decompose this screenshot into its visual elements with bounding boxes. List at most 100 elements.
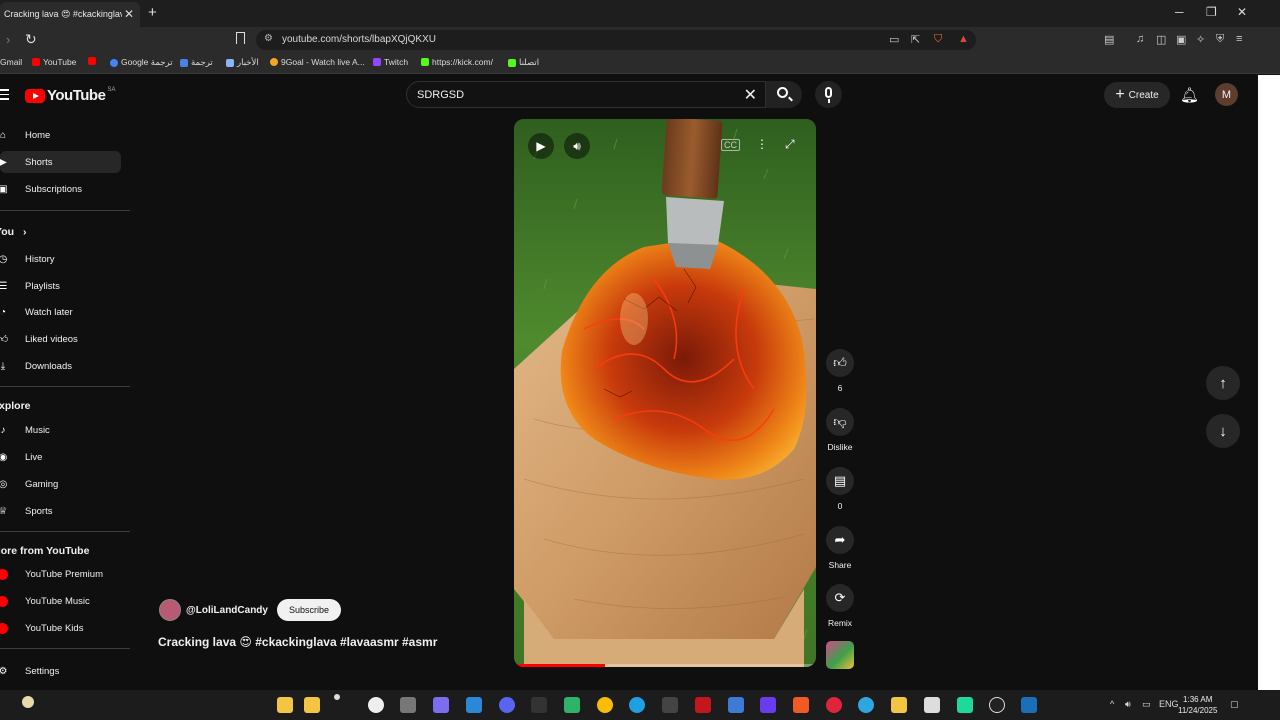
menu-icon[interactable]: ≡ bbox=[1236, 33, 1242, 45]
speaker-icon[interactable]: 🔊︎ bbox=[1125, 699, 1131, 710]
sidebar-item-youtube-premium[interactable]: YouTube Premium bbox=[0, 563, 121, 585]
brave-icon[interactable] bbox=[793, 697, 809, 713]
video-progress-bar[interactable] bbox=[514, 664, 816, 667]
cast-icon[interactable]: ▭ bbox=[889, 33, 899, 46]
app-teal-icon[interactable] bbox=[957, 697, 973, 713]
bookmark-kick-2[interactable]: اتصلنا bbox=[508, 57, 539, 68]
previous-short-button[interactable]: ↑ bbox=[1206, 366, 1240, 400]
terminal-icon[interactable] bbox=[531, 697, 547, 713]
more-options-icon[interactable]: ⋮ bbox=[756, 137, 768, 151]
leo-ai-icon[interactable]: ✧ bbox=[1196, 33, 1205, 46]
remix-button[interactable]: ⟳ Remix bbox=[820, 584, 860, 628]
bookmark-translate[interactable]: ترجمة bbox=[180, 57, 213, 68]
comments-button[interactable]: ▤ 0 bbox=[820, 467, 860, 511]
sidebar-item-home[interactable]: ⌂ Home bbox=[0, 124, 121, 146]
tab-close-icon[interactable]: ✕ bbox=[124, 7, 134, 21]
create-button[interactable]: + Create bbox=[1104, 82, 1170, 108]
forward-icon[interactable]: › bbox=[6, 32, 10, 47]
sidebar-item-watch-later[interactable]: ◔ Watch later bbox=[0, 301, 121, 323]
site-info-icon[interactable]: ⚙ bbox=[264, 33, 273, 44]
dislike-button[interactable]: 👎︎ Dislike bbox=[820, 408, 860, 452]
search-button[interactable] bbox=[766, 81, 802, 108]
brave-shield-icon[interactable]: ⛉ bbox=[934, 33, 942, 46]
bookmark-google-translate[interactable]: Google ترجمة bbox=[110, 57, 173, 68]
app-red-2-icon[interactable] bbox=[826, 697, 842, 713]
next-short-button[interactable]: ↓ bbox=[1206, 414, 1240, 448]
channel-avatar[interactable] bbox=[159, 599, 181, 621]
window-app-icon[interactable] bbox=[662, 697, 678, 713]
app-red-icon[interactable] bbox=[695, 697, 711, 713]
app-cyan-icon[interactable] bbox=[858, 697, 874, 713]
short-title[interactable]: Cracking lava 😍 #ckackinglava #lavaasmr … bbox=[158, 635, 437, 649]
mute-button[interactable]: 🔊︎ bbox=[564, 133, 590, 159]
folder-icon[interactable] bbox=[891, 697, 907, 713]
bookmark-kick[interactable]: https://kick.com/ bbox=[421, 57, 493, 67]
sidebar-item-music[interactable]: ♪ Music bbox=[0, 419, 121, 441]
youtube-logo[interactable]: YouTube SA bbox=[25, 87, 115, 104]
bookmark-icon[interactable] bbox=[236, 32, 245, 44]
clear-search-icon[interactable]: ✕ bbox=[744, 85, 757, 105]
avatar[interactable]: M bbox=[1215, 83, 1238, 106]
sidebar-item-playlists[interactable]: ☰ Playlists bbox=[0, 275, 121, 297]
media-icon[interactable]: ♫ bbox=[1136, 33, 1144, 45]
chrome-icon[interactable] bbox=[597, 697, 613, 713]
page-scrollbar[interactable] bbox=[1258, 75, 1280, 690]
sidebar-item-settings[interactable]: ⚙ Settings bbox=[0, 660, 121, 682]
notifications-bell-icon[interactable]: 🔔︎ bbox=[1180, 86, 1199, 104]
browser-tab[interactable]: Cracking lava 😍 #ckackinglava ✕ bbox=[0, 2, 140, 27]
new-tab-icon[interactable]: + bbox=[148, 4, 157, 21]
bookmark-gmail[interactable]: Gmail bbox=[0, 57, 22, 67]
network-icon[interactable]: ▭ bbox=[1142, 699, 1151, 710]
search-query[interactable]: SDRGSD bbox=[417, 89, 464, 101]
sidebar-panel-icon[interactable]: ▤ bbox=[1104, 33, 1114, 46]
app-purple-icon[interactable] bbox=[760, 697, 776, 713]
search-input[interactable]: SDRGSD ✕ bbox=[406, 81, 766, 108]
shorts-video-player[interactable]: ▶ 🔊︎ CC ⋮ ⤢ bbox=[514, 119, 816, 667]
edge-icon[interactable] bbox=[629, 697, 645, 713]
minimize-icon[interactable]: ─ bbox=[1175, 5, 1184, 19]
like-button[interactable]: 👍︎ 6 bbox=[820, 349, 860, 393]
app-dark-icon[interactable] bbox=[989, 697, 1005, 713]
sidebar-item-youtube-kids[interactable]: YouTube Kids bbox=[0, 617, 121, 639]
rewards-icon[interactable]: ▲ bbox=[958, 33, 969, 45]
tray-chevron-icon[interactable]: ^ bbox=[1110, 699, 1114, 709]
sidebar-item-liked-videos[interactable]: 👍︎ Liked videos bbox=[0, 328, 121, 350]
fullscreen-icon[interactable]: ⤢ bbox=[785, 137, 795, 152]
vpn-icon[interactable]: ⛨ bbox=[1216, 33, 1224, 46]
copilot-icon[interactable] bbox=[433, 697, 449, 713]
bookmark-news[interactable]: الأخبار bbox=[226, 57, 259, 68]
voice-search-button[interactable] bbox=[815, 81, 842, 108]
sidebar-you-heading[interactable]: You › bbox=[0, 226, 26, 238]
restore-icon[interactable]: ❐ bbox=[1206, 5, 1217, 19]
file-explorer-icon[interactable] bbox=[277, 697, 293, 713]
file-explorer-2-icon[interactable] bbox=[304, 697, 320, 713]
subscribe-button[interactable]: Subscribe bbox=[276, 599, 341, 621]
wallet-icon[interactable]: ▣ bbox=[1176, 33, 1186, 46]
sidebar-item-sports[interactable]: ♕ Sports bbox=[0, 500, 121, 522]
notification-center-icon[interactable]: ▢ bbox=[1230, 699, 1239, 710]
sidebar-item-downloads[interactable]: ⤓ Downloads bbox=[0, 355, 121, 377]
bookmark-youtube-2[interactable] bbox=[88, 57, 96, 65]
address-bar[interactable]: ⚙ youtube.com/shorts/lbapXQjQKXU ▭ ⇱ ⛉ ▲ bbox=[256, 30, 976, 50]
window-close-icon[interactable]: ✕ bbox=[1237, 5, 1247, 19]
sidebar-item-youtube-music[interactable]: YouTube Music bbox=[0, 590, 121, 612]
channel-name[interactable]: @LoliLandCandy bbox=[186, 605, 268, 616]
app-green-icon[interactable] bbox=[564, 697, 580, 713]
sidebar-item-history[interactable]: ◷ History bbox=[0, 248, 121, 270]
store-icon[interactable] bbox=[466, 697, 482, 713]
play-button[interactable]: ▶ bbox=[528, 133, 554, 159]
app-blue-icon[interactable] bbox=[728, 697, 744, 713]
reload-icon[interactable]: ↻ bbox=[25, 31, 37, 48]
app-white-icon[interactable] bbox=[924, 697, 940, 713]
sidebar-item-subscriptions[interactable]: ▣ Subscriptions bbox=[0, 178, 121, 200]
widget-icon[interactable] bbox=[22, 696, 34, 708]
guide-menu-icon[interactable] bbox=[0, 89, 9, 103]
sidebar-item-gaming[interactable]: ◎ Gaming bbox=[0, 473, 121, 495]
share-button[interactable]: ➦ Share bbox=[820, 526, 860, 570]
share-page-icon[interactable]: ⇱ bbox=[911, 33, 920, 46]
sidebar-item-live[interactable]: ◉ Live bbox=[0, 446, 121, 468]
sidebar-item-shorts[interactable]: ▶ Shorts bbox=[0, 151, 121, 173]
system-clock[interactable]: 1:36 AM 11/24/2025 bbox=[1178, 694, 1217, 716]
overflow-icon[interactable] bbox=[334, 694, 340, 700]
language-indicator[interactable]: ENG bbox=[1159, 699, 1179, 709]
